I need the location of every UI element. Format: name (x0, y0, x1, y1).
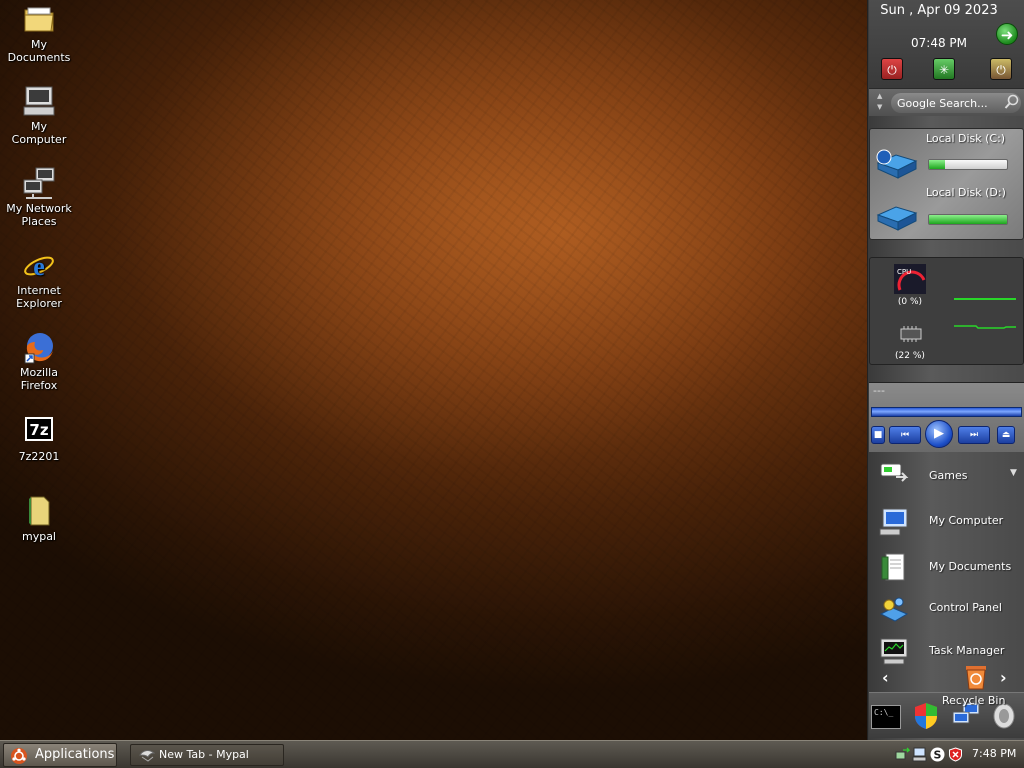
next-track-icon[interactable]: ⏭ (958, 426, 990, 444)
control-panel-icon (879, 597, 909, 622)
desktop-icon-label: Mozilla Firefox (20, 366, 58, 392)
documents-icon (881, 553, 905, 581)
desktop-icon-label: My Network Places (6, 202, 72, 228)
terminal-text: C:\_ (874, 708, 894, 717)
drive-gadget: Local Disk (C:) Local Disk (D:) (869, 128, 1024, 240)
logoff-icon[interactable]: ⏻ (990, 58, 1012, 80)
file-icon (29, 496, 50, 526)
hard-drive-icon[interactable] (874, 145, 918, 179)
search-icon[interactable] (1004, 94, 1020, 110)
task-manager-icon (880, 638, 908, 665)
security-shield-icon[interactable] (911, 701, 941, 731)
desktop-icon-mypal[interactable]: mypal (4, 494, 74, 543)
memory-usage-graph (954, 325, 1016, 329)
arrow-right-icon[interactable]: ➜ (996, 23, 1018, 45)
desktop-icon-label: 7z2201 (18, 450, 60, 463)
7zip-icon: 7z (25, 417, 53, 441)
clock-date: Sun , Apr 09 2023 (880, 3, 998, 18)
desktop-icon-label: My Documents (7, 38, 71, 64)
sidebar-gadget-panel: Sun , Apr 09 2023 07:48 PM ➜ ⏻ ✳ ⏻ ▲▼ Lo… (867, 0, 1024, 740)
launcher-label: Task Manager (929, 644, 1005, 657)
memory-chip-icon (900, 326, 922, 342)
launcher-label: My Documents (929, 560, 1012, 573)
disk-c-usage-fill (929, 160, 945, 169)
restart-icon[interactable]: ✳ (933, 58, 955, 80)
cpu-usage-graph (954, 298, 1016, 300)
clock-time: 07:48 PM (911, 36, 967, 50)
chevron-down-icon[interactable]: ▼ (1010, 468, 1017, 478)
taskbar: Applications New Tab - Mypal S 7:48 PM (0, 740, 1024, 768)
svg-text:e: e (33, 252, 45, 281)
launcher-label: Control Panel (929, 601, 1002, 614)
desktop-icon-internet-explorer[interactable]: e Internet Explorer (4, 248, 74, 310)
svg-text:7z: 7z (29, 421, 48, 439)
desktop-icon-label: My Computer (11, 120, 67, 146)
applications-menu-button[interactable]: Applications (3, 743, 117, 767)
taskbar-clock[interactable]: 7:48 PM (972, 747, 1016, 760)
launcher-item-task-manager[interactable]: Task Manager (868, 632, 1023, 672)
internet-explorer-icon: e (24, 252, 54, 281)
disk-c-usage-bar (928, 159, 1008, 170)
ubuntu-logo-icon (11, 748, 27, 764)
hard-drive-icon[interactable] (874, 201, 918, 235)
launcher-item-games[interactable]: Games ▼ (868, 455, 1023, 495)
launcher-label: My Computer (929, 514, 1004, 527)
scroll-arrows-icon[interactable]: ▲ ▼ (877, 91, 882, 113)
taskbar-item-mypal[interactable]: New Tab - Mypal (130, 744, 284, 766)
media-progress-bar[interactable] (871, 407, 1022, 417)
search-input[interactable] (891, 93, 1021, 113)
chevron-right-icon[interactable]: › (1000, 668, 1007, 687)
desktop-background (0, 0, 868, 740)
disk-d-label: Local Disk (D:) (926, 186, 1006, 199)
clock-gadget: Sun , Apr 09 2023 07:48 PM ➜ ⏻ ✳ ⏻ (869, 0, 1024, 88)
eject-icon[interactable]: ⏏ (997, 426, 1015, 444)
desktop-icon-my-computer[interactable]: My Computer (4, 84, 74, 146)
taskbar-item-label: New Tab - Mypal (159, 748, 249, 761)
cpu-gauge-icon: CPU (894, 264, 926, 294)
stop-icon[interactable]: ■ (871, 426, 885, 444)
desktop-icon-mozilla-firefox[interactable]: Mozilla Firefox (4, 330, 74, 392)
computer-icon (23, 86, 55, 116)
mypal-icon (139, 750, 155, 762)
svg-text:S: S (934, 749, 942, 762)
network-icon (23, 167, 55, 199)
firefox-icon (24, 333, 53, 364)
s-app-tray-icon[interactable]: S (930, 747, 945, 762)
desktop-icon-label: Internet Explorer (16, 284, 62, 310)
launcher-item-my-computer[interactable]: My Computer (868, 502, 1023, 542)
disk-d-usage-bar (928, 214, 1008, 225)
memory-usage-value: (22 %) (895, 351, 925, 361)
launcher-item-my-documents[interactable]: My Documents (868, 547, 1023, 587)
terminal-icon[interactable]: C:\_ (871, 705, 901, 729)
recycle-bin-icon[interactable] (962, 661, 990, 691)
desktop-icon-7z2201[interactable]: 7z 7z2201 (4, 414, 74, 463)
security-alert-tray-icon[interactable] (948, 747, 963, 762)
cpu-badge: CPU (897, 268, 911, 276)
disk-c-label: Local Disk (C:) (926, 132, 1006, 145)
network-tray-icon[interactable] (895, 747, 910, 762)
applications-label: Applications (35, 747, 115, 762)
chevron-left-icon[interactable]: ‹ (882, 668, 889, 687)
media-title: --- (873, 384, 885, 397)
launcher-label: Games (929, 469, 968, 482)
computer-icon (879, 508, 908, 536)
search-gadget: ▲ ▼ (869, 88, 1024, 116)
desktop-icon-my-documents[interactable]: My Documents (4, 2, 74, 64)
launcher-item-control-panel[interactable]: Control Panel (868, 590, 1023, 630)
play-icon[interactable]: ▶ (925, 420, 953, 448)
shutdown-icon[interactable]: ⏻ (881, 58, 903, 80)
desktop-icon-my-network-places[interactable]: My Network Places (4, 166, 74, 228)
folder-icon (24, 7, 54, 32)
performance-gadget: CPU (0 %) (22 %) (869, 257, 1024, 365)
desktop-icon-label: mypal (21, 530, 56, 543)
computer-tray-icon[interactable] (912, 747, 927, 762)
previous-track-icon[interactable]: ⏮ (889, 426, 921, 444)
recycle-bin-label: Recycle Bin (942, 694, 1006, 707)
cpu-usage-value: (0 %) (897, 297, 923, 307)
games-icon (880, 463, 909, 482)
media-player-gadget: --- ■ ⏮ ▶ ⏭ ⏏ (869, 382, 1024, 452)
disk-d-usage-fill (929, 215, 1007, 224)
